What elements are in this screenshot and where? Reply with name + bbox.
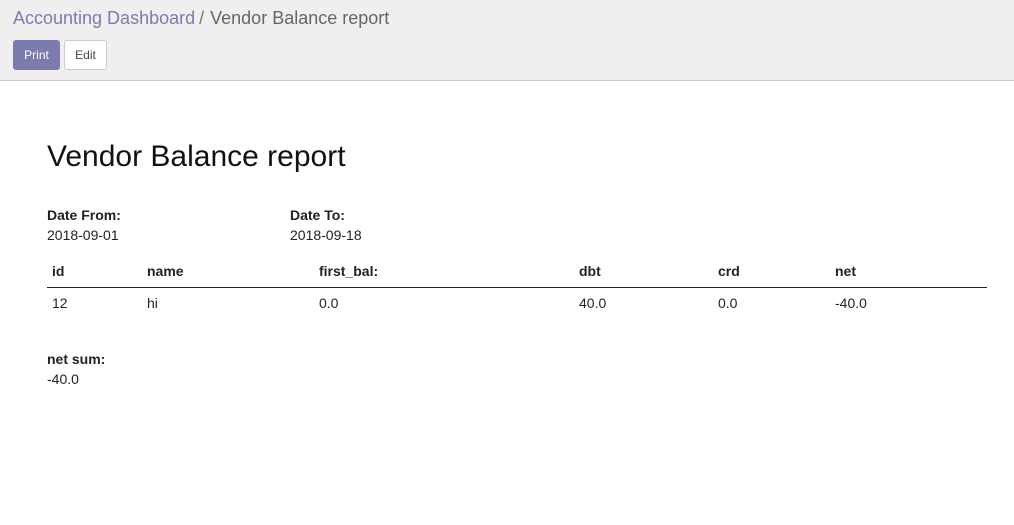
breadcrumb-accounting-dashboard-link[interactable]: Accounting Dashboard xyxy=(13,8,195,28)
net-sum-field: net sum: -40.0 xyxy=(47,349,105,389)
table-header-row: id name first_bal: dbt crd net xyxy=(47,259,987,288)
table-cell-dbt: 40.0 xyxy=(579,295,607,311)
table-cell-first-bal: 0.0 xyxy=(319,295,339,311)
edit-button[interactable]: Edit xyxy=(64,40,107,70)
date-from-label: Date From: xyxy=(47,207,121,223)
date-to-field: Date To: 2018-09-18 xyxy=(290,205,362,245)
print-button[interactable]: Print xyxy=(13,40,60,70)
table-cell-name: hi xyxy=(147,295,158,311)
date-from-value: 2018-09-01 xyxy=(47,227,119,243)
date-from-field: Date From: 2018-09-01 xyxy=(47,205,121,245)
report-title: Vendor Balance report xyxy=(47,140,346,173)
column-header-id: id xyxy=(52,263,65,279)
column-header-net: net xyxy=(835,263,856,279)
net-sum-label: net sum: xyxy=(47,351,106,367)
control-panel: Accounting Dashboard / Vendor Balance repo… xyxy=(0,0,1014,81)
column-header-name: name xyxy=(147,263,184,279)
net-sum-value: -40.0 xyxy=(47,371,79,387)
table-cell-id: 12 xyxy=(52,295,68,311)
column-header-first-bal: first_bal: xyxy=(319,263,379,279)
column-header-crd: crd xyxy=(718,263,740,279)
breadcrumb-separator: / xyxy=(199,8,205,28)
table-row: 12 hi 0.0 40.0 0.0 -40.0 xyxy=(47,288,987,318)
date-to-value: 2018-09-18 xyxy=(290,227,362,243)
vendor-balance-table: id name first_bal: dbt crd net 12 hi 0.0… xyxy=(47,259,987,318)
column-header-dbt: dbt xyxy=(579,263,601,279)
date-to-label: Date To: xyxy=(290,207,345,223)
table-cell-net: -40.0 xyxy=(835,295,867,311)
breadcrumb: Accounting Dashboard / Vendor Balance repo… xyxy=(13,7,389,29)
table-cell-crd: 0.0 xyxy=(718,295,738,311)
breadcrumb-current: Vendor Balance report xyxy=(210,8,390,28)
